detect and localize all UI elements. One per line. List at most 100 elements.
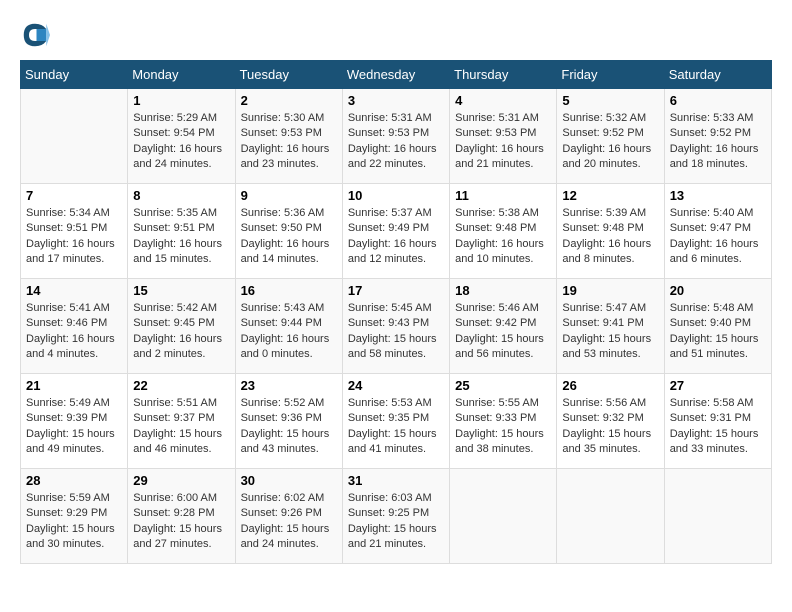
calendar-cell: 12 Sunrise: 5:39 AM Sunset: 9:48 PM Dayli… [557, 184, 664, 279]
day-number: 10 [348, 188, 444, 203]
day-info: Sunrise: 5:47 AM Sunset: 9:41 PM Dayligh… [562, 301, 658, 363]
calendar-cell: 5 Sunrise: 5:32 AM Sunset: 9:52 PM Daylig… [557, 89, 664, 184]
calendar-cell: 1 Sunrise: 5:29 AM Sunset: 9:54 PM Daylig… [128, 89, 235, 184]
day-info: Sunrise: 5:29 AM Sunset: 9:54 PM Dayligh… [133, 111, 229, 173]
weekday-header: Wednesday [342, 61, 449, 89]
day-info: Sunrise: 5:36 AM Sunset: 9:50 PM Dayligh… [241, 206, 337, 268]
calendar-cell: 17 Sunrise: 5:45 AM Sunset: 9:43 PM Dayli… [342, 279, 449, 374]
day-info: Sunrise: 5:52 AM Sunset: 9:36 PM Dayligh… [241, 396, 337, 458]
day-info: Sunrise: 5:31 AM Sunset: 9:53 PM Dayligh… [348, 111, 444, 173]
day-number: 29 [133, 473, 229, 488]
day-number: 12 [562, 188, 658, 203]
header-row: SundayMondayTuesdayWednesdayThursdayFrid… [21, 61, 772, 89]
calendar-cell: 24 Sunrise: 5:53 AM Sunset: 9:35 PM Dayli… [342, 374, 449, 469]
day-number: 24 [348, 378, 444, 393]
calendar-cell: 7 Sunrise: 5:34 AM Sunset: 9:51 PM Daylig… [21, 184, 128, 279]
day-info: Sunrise: 5:33 AM Sunset: 9:52 PM Dayligh… [670, 111, 766, 173]
day-info: Sunrise: 5:32 AM Sunset: 9:52 PM Dayligh… [562, 111, 658, 173]
day-info: Sunrise: 5:38 AM Sunset: 9:48 PM Dayligh… [455, 206, 551, 268]
day-number: 16 [241, 283, 337, 298]
day-info: Sunrise: 5:34 AM Sunset: 9:51 PM Dayligh… [26, 206, 122, 268]
day-info: Sunrise: 5:53 AM Sunset: 9:35 PM Dayligh… [348, 396, 444, 458]
day-info: Sunrise: 5:56 AM Sunset: 9:32 PM Dayligh… [562, 396, 658, 458]
day-number: 17 [348, 283, 444, 298]
day-info: Sunrise: 5:43 AM Sunset: 9:44 PM Dayligh… [241, 301, 337, 363]
calendar-cell: 20Sunrise: 5:48 AM Sunset: 9:40 PM Dayli… [664, 279, 771, 374]
calendar-cell: 22 Sunrise: 5:51 AM Sunset: 9:37 PM Dayli… [128, 374, 235, 469]
day-number: 15 [133, 283, 229, 298]
calendar-cell [557, 469, 664, 564]
day-number: 5 [562, 93, 658, 108]
calendar-cell [450, 469, 557, 564]
header [20, 20, 772, 50]
calendar-cell: 19 Sunrise: 5:47 AM Sunset: 9:41 PM Dayli… [557, 279, 664, 374]
calendar-cell: 3 Sunrise: 5:31 AM Sunset: 9:53 PM Daylig… [342, 89, 449, 184]
calendar-cell: 27 Sunrise: 5:58 AM Sunset: 9:31 PM Dayli… [664, 374, 771, 469]
calendar-cell: 31 Sunrise: 6:03 AM Sunset: 9:25 PM Dayli… [342, 469, 449, 564]
calendar-cell: 18 Sunrise: 5:46 AM Sunset: 9:42 PM Dayli… [450, 279, 557, 374]
calendar-cell: 30 Sunrise: 6:02 AM Sunset: 9:26 PM Dayli… [235, 469, 342, 564]
day-number: 2 [241, 93, 337, 108]
day-number: 7 [26, 188, 122, 203]
day-info: Sunrise: 5:51 AM Sunset: 9:37 PM Dayligh… [133, 396, 229, 458]
day-number: 19 [562, 283, 658, 298]
calendar-cell: 4Sunrise: 5:31 AM Sunset: 9:53 PM Daylig… [450, 89, 557, 184]
calendar-cell: 9 Sunrise: 5:36 AM Sunset: 9:50 PM Daylig… [235, 184, 342, 279]
weekday-header: Monday [128, 61, 235, 89]
day-number: 20 [670, 283, 766, 298]
calendar-cell: 21 Sunrise: 5:49 AM Sunset: 9:39 PM Dayli… [21, 374, 128, 469]
day-info: Sunrise: 5:41 AM Sunset: 9:46 PM Dayligh… [26, 301, 122, 363]
calendar-cell [664, 469, 771, 564]
day-info: Sunrise: 5:39 AM Sunset: 9:48 PM Dayligh… [562, 206, 658, 268]
calendar-cell: 25 Sunrise: 5:55 AM Sunset: 9:33 PM Dayli… [450, 374, 557, 469]
day-number: 6 [670, 93, 766, 108]
week-row: 28Sunrise: 5:59 AM Sunset: 9:29 PM Dayli… [21, 469, 772, 564]
day-info: Sunrise: 5:37 AM Sunset: 9:49 PM Dayligh… [348, 206, 444, 268]
day-info: Sunrise: 5:35 AM Sunset: 9:51 PM Dayligh… [133, 206, 229, 268]
weekday-header: Saturday [664, 61, 771, 89]
calendar-cell: 28Sunrise: 5:59 AM Sunset: 9:29 PM Dayli… [21, 469, 128, 564]
day-number: 9 [241, 188, 337, 203]
day-info: Sunrise: 5:59 AM Sunset: 9:29 PM Dayligh… [26, 491, 122, 553]
day-number: 11 [455, 188, 551, 203]
day-number: 25 [455, 378, 551, 393]
day-number: 14 [26, 283, 122, 298]
weekday-header: Sunday [21, 61, 128, 89]
logo [20, 20, 52, 50]
day-number: 8 [133, 188, 229, 203]
day-info: Sunrise: 5:42 AM Sunset: 9:45 PM Dayligh… [133, 301, 229, 363]
day-number: 22 [133, 378, 229, 393]
calendar-cell: 15 Sunrise: 5:42 AM Sunset: 9:45 PM Dayli… [128, 279, 235, 374]
day-info: Sunrise: 5:58 AM Sunset: 9:31 PM Dayligh… [670, 396, 766, 458]
calendar-cell: 16 Sunrise: 5:43 AM Sunset: 9:44 PM Dayli… [235, 279, 342, 374]
day-number: 1 [133, 93, 229, 108]
day-info: Sunrise: 5:46 AM Sunset: 9:42 PM Dayligh… [455, 301, 551, 363]
day-number: 18 [455, 283, 551, 298]
calendar-cell: 10 Sunrise: 5:37 AM Sunset: 9:49 PM Dayli… [342, 184, 449, 279]
calendar-cell: 13Sunrise: 5:40 AM Sunset: 9:47 PM Dayli… [664, 184, 771, 279]
day-info: Sunrise: 5:40 AM Sunset: 9:47 PM Dayligh… [670, 206, 766, 268]
week-row: 7 Sunrise: 5:34 AM Sunset: 9:51 PM Daylig… [21, 184, 772, 279]
calendar-table: SundayMondayTuesdayWednesdayThursdayFrid… [20, 60, 772, 564]
week-row: 1 Sunrise: 5:29 AM Sunset: 9:54 PM Daylig… [21, 89, 772, 184]
calendar-cell: 6 Sunrise: 5:33 AM Sunset: 9:52 PM Daylig… [664, 89, 771, 184]
day-info: Sunrise: 5:45 AM Sunset: 9:43 PM Dayligh… [348, 301, 444, 363]
day-number: 30 [241, 473, 337, 488]
weekday-header: Tuesday [235, 61, 342, 89]
week-row: 14 Sunrise: 5:41 AM Sunset: 9:46 PM Dayli… [21, 279, 772, 374]
day-number: 3 [348, 93, 444, 108]
calendar-cell: 2Sunrise: 5:30 AM Sunset: 9:53 PM Daylig… [235, 89, 342, 184]
day-number: 27 [670, 378, 766, 393]
day-info: Sunrise: 5:31 AM Sunset: 9:53 PM Dayligh… [455, 111, 551, 173]
day-info: Sunrise: 5:49 AM Sunset: 9:39 PM Dayligh… [26, 396, 122, 458]
day-info: Sunrise: 6:03 AM Sunset: 9:25 PM Dayligh… [348, 491, 444, 553]
calendar-cell: 29Sunrise: 6:00 AM Sunset: 9:28 PM Dayli… [128, 469, 235, 564]
week-row: 21 Sunrise: 5:49 AM Sunset: 9:39 PM Dayli… [21, 374, 772, 469]
calendar-cell: 14 Sunrise: 5:41 AM Sunset: 9:46 PM Dayli… [21, 279, 128, 374]
weekday-header: Friday [557, 61, 664, 89]
day-number: 31 [348, 473, 444, 488]
day-info: Sunrise: 6:02 AM Sunset: 9:26 PM Dayligh… [241, 491, 337, 553]
calendar-cell [21, 89, 128, 184]
day-number: 21 [26, 378, 122, 393]
day-info: Sunrise: 5:55 AM Sunset: 9:33 PM Dayligh… [455, 396, 551, 458]
